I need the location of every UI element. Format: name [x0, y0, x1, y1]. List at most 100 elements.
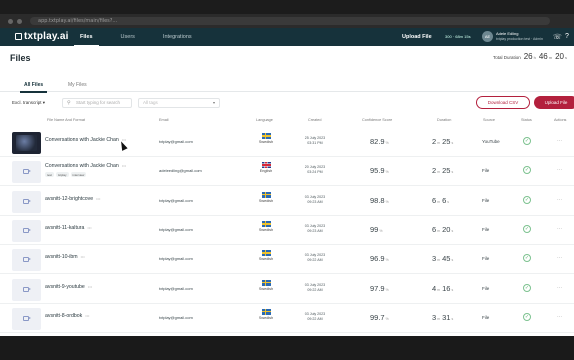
col-confidence[interactable]: Confidence Score — [362, 118, 392, 122]
logo-icon — [15, 33, 22, 40]
user-name[interactable]: Adele Edling — [496, 31, 518, 36]
tag[interactable]: test — [45, 172, 54, 178]
check-circle-icon: ✓ — [523, 254, 531, 263]
total-seconds: 20 — [555, 52, 564, 61]
nav-tab-users[interactable]: Users — [107, 28, 149, 46]
table-row[interactable]: avsnitt-12-brightcove ••• txtplay@gmail.co… — [0, 187, 574, 216]
video-camera-icon — [23, 227, 31, 233]
search-input[interactable]: ⚲ Start typing for search — [62, 98, 132, 108]
logo[interactable]: txtplay.ai — [15, 31, 69, 42]
file-thumbnail[interactable] — [12, 278, 41, 301]
table-row[interactable]: avsnitt-10-ibm ••• txtplay@gmail.com Swedis… — [0, 245, 574, 275]
table-row[interactable]: Conversations with Jackie Chan ••• txtplay… — [0, 128, 574, 157]
table-row[interactable]: avsnitt-9-youtube ••• txtplay@gmail.com Swe… — [0, 275, 574, 304]
more-icon[interactable]: ··· — [557, 255, 562, 261]
file-thumbnail[interactable] — [12, 307, 41, 330]
seconds-unit: s — [451, 170, 454, 175]
video-camera-icon — [23, 198, 31, 204]
nav-tab-files[interactable]: Files — [66, 28, 107, 46]
flag-icon — [261, 279, 271, 286]
upload-file-button[interactable]: Upload File — [534, 96, 574, 109]
more-icon[interactable]: ··· — [557, 167, 562, 173]
file-name[interactable]: avsnitt-8-ordbok ••• — [45, 313, 89, 319]
more-icon[interactable]: ••• — [87, 225, 91, 230]
col-status[interactable]: Status — [521, 118, 532, 122]
search-scope-select[interactable]: Excl. transcript ▾ — [12, 98, 58, 108]
more-icon[interactable]: ··· — [557, 197, 562, 203]
flag-icon — [261, 220, 271, 227]
address-bar[interactable]: app.txtplay.ai/files/main/files?... — [30, 17, 550, 25]
file-thumbnail[interactable] — [12, 161, 41, 184]
tab-my-files[interactable]: My Files — [68, 82, 87, 88]
download-csv-button[interactable]: Download CSV — [476, 96, 530, 109]
thumbnail-image — [16, 135, 37, 151]
reload-icon[interactable] — [17, 19, 22, 24]
file-thumbnail[interactable] — [12, 219, 41, 242]
video-thumbnail[interactable] — [12, 132, 41, 154]
more-icon[interactable]: ··· — [557, 285, 562, 291]
duration-seconds: 25 — [442, 166, 451, 176]
more-icon[interactable]: ··· — [557, 138, 562, 144]
table-row[interactable]: Conversations with Jackie Chan ••• test txt… — [0, 157, 574, 187]
duration-minutes: 4 — [432, 283, 437, 293]
more-icon[interactable]: ··· — [557, 314, 562, 320]
file-thumbnail[interactable] — [12, 190, 41, 213]
tag[interactable]: interview — [70, 172, 87, 178]
more-icon[interactable]: ••• — [85, 313, 89, 318]
tags-select[interactable]: All tags ▾ — [138, 98, 220, 108]
nav-tab-integrations[interactable]: Integrations — [149, 28, 206, 46]
col-created[interactable]: Created — [308, 118, 322, 122]
created-time: 09:22 AM — [307, 287, 323, 292]
chevron-down-icon: ▾ — [42, 100, 46, 105]
duration-chip: 300 · 68m 15s — [445, 34, 471, 39]
table-header: File Name And Format Email Language Crea… — [0, 116, 574, 126]
file-thumbnail[interactable] — [12, 249, 41, 272]
file-name[interactable]: avsnitt-11-kaltura ••• — [45, 225, 92, 231]
back-icon[interactable] — [8, 19, 13, 24]
file-name[interactable]: Conversations with Jackie Chan ••• — [45, 163, 126, 169]
total-hours: 26 — [523, 52, 533, 61]
col-email[interactable]: Email — [159, 118, 169, 122]
file-name[interactable]: avsnitt-9-youtube ••• — [45, 284, 92, 290]
created-time: 09:22 AM — [307, 258, 323, 263]
created-date: 03 July 2023 09:22 AM — [300, 283, 330, 293]
percent-unit: % — [385, 287, 389, 292]
table-row[interactable]: avsnitt-11-kaltura ••• txtplay@gmail.com Sw… — [0, 216, 574, 245]
logo-text: txtplay.ai — [24, 31, 69, 42]
language-name: Swedish — [258, 227, 274, 232]
confidence-value: 97.9 — [370, 283, 385, 293]
confidence-value: 96.9 — [370, 254, 385, 264]
duration: 6m 6s — [432, 196, 451, 205]
more-icon[interactable]: ••• — [122, 163, 126, 168]
avatar[interactable]: AE — [482, 31, 493, 42]
seconds-unit: s — [451, 287, 454, 292]
table-row[interactable]: avsnitt-8-ordbok ••• txtplay@gmail.com Swed… — [0, 304, 574, 333]
more-icon[interactable]: ••• — [81, 254, 85, 259]
col-language[interactable]: Language — [256, 118, 273, 122]
tag[interactable]: txtplay — [55, 172, 69, 178]
created-time: 09:22 AM — [307, 316, 323, 321]
confidence-value: 99.7 — [370, 312, 385, 322]
col-source[interactable]: Source — [483, 118, 495, 122]
language-name: Swedish — [258, 257, 274, 262]
duration-minutes: 3 — [432, 254, 437, 264]
file-name[interactable]: Conversations with Jackie Chan ••• — [45, 137, 126, 143]
more-icon[interactable]: ••• — [96, 196, 100, 201]
duration-seconds: 25 — [442, 137, 451, 146]
col-file-name[interactable]: File Name And Format — [47, 118, 85, 122]
flag-icon — [261, 133, 271, 139]
help-icon[interactable]: ? — [565, 33, 569, 40]
header-upload-link[interactable]: Upload File — [402, 34, 432, 40]
more-icon[interactable]: ··· — [557, 226, 562, 232]
bell-icon[interactable]: ☏ — [553, 33, 562, 41]
chevron-down-icon: ▾ — [212, 100, 215, 105]
email: txtplay@gmail.com — [159, 139, 193, 144]
minutes-unit: m — [437, 141, 441, 145]
tab-all-files[interactable]: All Files — [19, 82, 48, 93]
seconds-unit: s — [565, 55, 567, 60]
more-icon[interactable]: ••• — [88, 284, 92, 289]
col-duration[interactable]: Duration — [437, 118, 451, 122]
file-name-text: avsnitt-11-kaltura — [45, 224, 85, 231]
file-name[interactable]: avsnitt-10-ibm ••• — [45, 254, 85, 260]
file-name[interactable]: avsnitt-12-brightcove ••• — [45, 196, 100, 202]
